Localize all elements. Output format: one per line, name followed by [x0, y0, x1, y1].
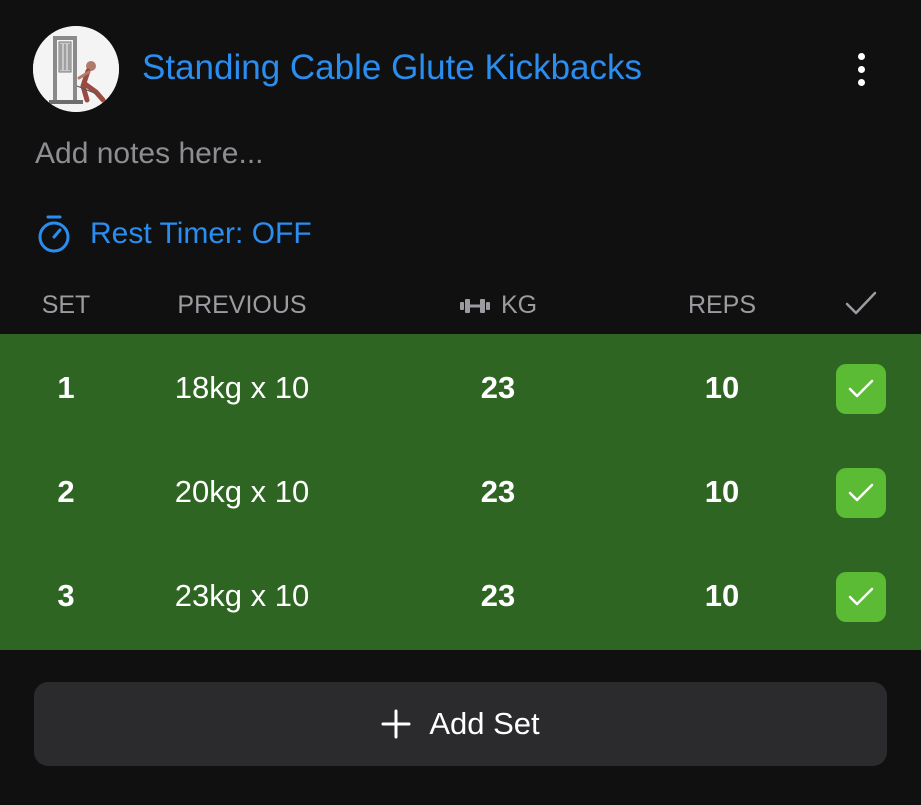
checkmark-icon: [845, 291, 877, 315]
set-weight-input[interactable]: 23: [448, 336, 548, 440]
set-complete-checkbox[interactable]: [836, 572, 886, 622]
rest-timer-button[interactable]: Rest Timer: OFF: [36, 212, 312, 256]
set-previous[interactable]: 18kg x 10: [150, 336, 334, 440]
set-row: 3 23kg x 10 23 10: [0, 544, 921, 648]
rest-timer-label: Rest Timer: OFF: [90, 217, 312, 250]
set-number[interactable]: 3: [36, 544, 96, 648]
set-reps-input[interactable]: 10: [672, 544, 772, 648]
set-complete-checkbox[interactable]: [836, 468, 886, 518]
set-number[interactable]: 2: [36, 440, 96, 544]
exercise-thumbnail[interactable]: [33, 26, 119, 112]
set-number[interactable]: 1: [36, 336, 96, 440]
plus-icon: [381, 709, 411, 739]
set-complete-checkbox[interactable]: [836, 364, 886, 414]
exercise-header: Standing Cable Glute Kickbacks: [33, 26, 893, 114]
set-reps-input[interactable]: 10: [672, 440, 772, 544]
checkmark-icon: [848, 379, 874, 398]
checkmark-icon: [848, 587, 874, 606]
set-weight-input[interactable]: 23: [448, 440, 548, 544]
checkmark-icon: [848, 483, 874, 502]
stopwatch-icon: [38, 215, 70, 253]
column-header-previous: PREVIOUS: [177, 291, 307, 319]
menu-dot: [857, 65, 865, 73]
set-reps-input[interactable]: 10: [672, 336, 772, 440]
column-header-weight: KG: [440, 291, 556, 320]
set-row: 2 20kg x 10 23 10: [0, 440, 921, 544]
notes-input[interactable]: Add notes here...: [35, 137, 264, 171]
column-header-set: SET: [41, 291, 91, 319]
column-header-done: [838, 288, 884, 325]
menu-dot: [857, 78, 865, 86]
sets-table: 1 18kg x 10 23 10 2 20kg x 10 23 10 3 23…: [0, 334, 921, 650]
set-previous[interactable]: 20kg x 10: [150, 440, 334, 544]
add-set-label: Add Set: [429, 706, 540, 741]
set-row: 1 18kg x 10 23 10: [0, 336, 921, 440]
exercise-title[interactable]: Standing Cable Glute Kickbacks: [142, 48, 642, 88]
kebab-menu-icon[interactable]: [843, 44, 879, 94]
column-header-reps: REPS: [687, 291, 757, 319]
dumbbell-icon: [459, 298, 490, 313]
set-previous[interactable]: 23kg x 10: [150, 544, 334, 648]
cable-machine-illustration: [33, 26, 119, 112]
column-header-weight-label: KG: [500, 291, 538, 319]
menu-dot: [857, 52, 865, 60]
set-weight-input[interactable]: 23: [448, 544, 548, 648]
add-set-button[interactable]: Add Set: [34, 682, 887, 766]
